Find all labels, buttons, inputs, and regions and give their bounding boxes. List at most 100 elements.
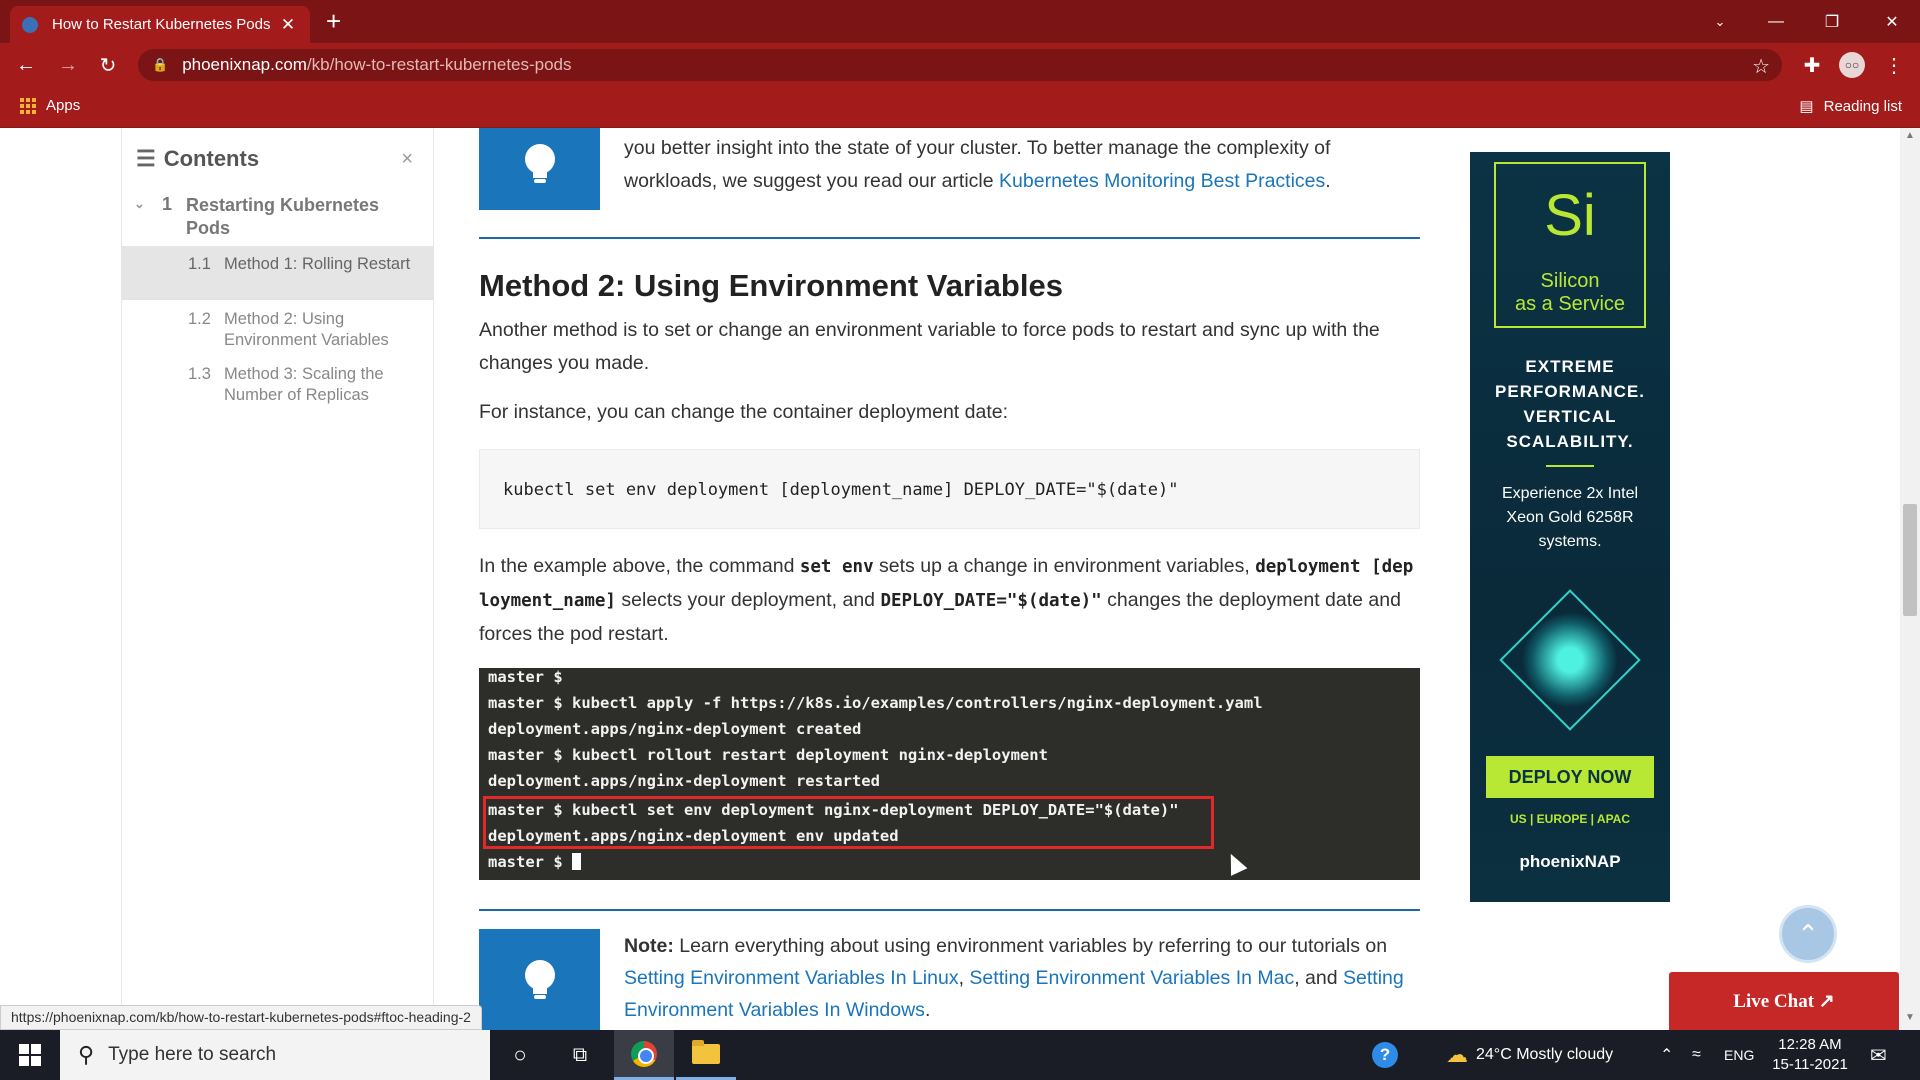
taskbar-chrome[interactable] (614, 1030, 674, 1080)
tip-box (479, 128, 600, 210)
highlight-box (483, 796, 1214, 849)
advertisement-banner[interactable]: Si Silicon as a Service EXTREME PERFORMAN… (1470, 152, 1670, 902)
terminal-prompt: master $ (488, 853, 581, 871)
inline-code: DEPLOY_DATE="$(date)" (880, 591, 1102, 611)
back-icon[interactable]: ← (10, 49, 42, 81)
forward-icon[interactable]: → (52, 49, 84, 81)
toc-item-label: Method 3: Scaling the Number of Replicas (224, 365, 384, 404)
weather-widget[interactable]: ☁ 24°C Mostly cloudy (1446, 1030, 1613, 1080)
monitoring-article-link[interactable]: Kubernetes Monitoring Best Practices (999, 170, 1325, 192)
scroll-down-icon[interactable]: ▼ (1900, 1012, 1920, 1028)
toc-item-number: 1.1 (188, 255, 211, 273)
tab-close-icon[interactable]: ✕ (278, 15, 298, 35)
terminal-line: deployment.apps/nginx-deployment created (488, 720, 862, 738)
status-bar-url: https://phoenixnap.com/kb/how-to-restart… (0, 1005, 482, 1030)
lightbulb-icon (524, 144, 555, 184)
menu-kebab-icon[interactable]: ⋮ (1878, 49, 1910, 81)
task-view-icon[interactable]: ⧉ (550, 1030, 610, 1080)
processor-chip-icon (1499, 589, 1641, 731)
url-host: phoenixnap.com (182, 55, 307, 74)
note-text: Note: Learn everything about using envir… (624, 930, 1420, 1026)
scroll-to-top-button[interactable]: ⌃ (1779, 905, 1837, 963)
paragraph-example: For instance, you can change the contain… (479, 401, 1009, 423)
ad-divider (1546, 465, 1594, 467)
page-scrollbar[interactable]: ▲ ▼ (1900, 128, 1920, 1030)
help-tray[interactable]: ? (1372, 1030, 1398, 1080)
show-hidden-icons[interactable]: ⌃ (1660, 1030, 1673, 1080)
minimize-icon[interactable]: — (1748, 0, 1804, 43)
note-end: . (924, 999, 931, 1021)
bookmarks-bar: Apps ▤ Reading list (0, 86, 1920, 128)
toc-item-number: 1.3 (188, 365, 211, 383)
browser-titlebar: How to Restart Kubernetes Pods ✕ + ⌄ — ❐… (0, 0, 1920, 43)
chevron-up-icon: ⌃ (1660, 1047, 1674, 1064)
ad-logo: Si (1544, 183, 1596, 248)
reading-list-icon: ▤ (1799, 98, 1814, 115)
divider (479, 237, 1420, 239)
help-icon: ? (1372, 1042, 1398, 1068)
toc-item-method-3[interactable]: 1.3 Method 3: Scaling the Number of Repl… (122, 356, 433, 410)
scroll-up-icon[interactable]: ▲ (1900, 130, 1920, 146)
windows-logo-icon (19, 1044, 41, 1066)
avatar-icon: ○○ (1839, 52, 1865, 78)
toc-sidebar: ☰ Contents × ⌄ 1 Restarting Kubernetes P… (121, 128, 434, 1030)
note-separator: , (958, 967, 970, 989)
live-chat-button[interactable]: Live Chat ↗ (1669, 972, 1899, 1030)
note-box (479, 929, 600, 1030)
cloudy-weather-icon: ☁ (1446, 1042, 1468, 1067)
toc-close-icon[interactable]: × (401, 148, 413, 171)
toc-item-method-2[interactable]: 1.2 Method 2: Using Environment Variable… (122, 301, 433, 355)
bookmark-star-icon[interactable]: ☆ (1752, 54, 1770, 79)
toc-section-number: 1 (162, 194, 173, 214)
new-tab-button[interactable]: + (326, 6, 341, 36)
scrollbar-thumb[interactable] (1903, 504, 1917, 616)
toc-item-label: Method 2: Using Environment Variables (224, 310, 389, 349)
menu-icon: ☰ (136, 146, 156, 171)
chrome-icon (631, 1040, 657, 1067)
paragraph-intro: Another method is to set or change an en… (479, 319, 1380, 374)
windows-taskbar: ⚲ Type here to search ○ ⧉ ? ☁ 24°C Mostl… (0, 1030, 1920, 1080)
notifications-icon[interactable]: ✉ (1870, 1030, 1887, 1080)
terminal-line: master $ kubectl rollout restart deploym… (488, 746, 1048, 764)
ad-regions: US | EUROPE | APAC (1509, 812, 1631, 826)
env-vars-linux-link[interactable]: Setting Environment Variables In Linux (624, 967, 959, 989)
code-block[interactable]: kubectl set env deployment [deployment_n… (479, 449, 1420, 529)
chevron-down-icon[interactable]: ⌄ (134, 196, 145, 212)
apps-grid-icon (20, 97, 36, 114)
toc-section-label: Restarting Kubernetes Pods (186, 195, 380, 238)
toc-item-method-1[interactable]: 1.1 Method 1: Rolling Restart (122, 246, 433, 300)
ad-logo-box: Si Silicon as a Service (1494, 162, 1646, 328)
language-indicator[interactable]: ENG (1724, 1030, 1754, 1080)
terminal-line: deployment.apps/nginx-deployment restart… (488, 772, 880, 790)
folder-icon (692, 1039, 720, 1064)
lock-icon: 🔒 (152, 57, 169, 72)
window-close-icon[interactable]: ✕ (1864, 0, 1920, 43)
restore-icon[interactable]: ❐ (1804, 0, 1860, 43)
taskbar-search[interactable]: ⚲ Type here to search (60, 1030, 490, 1080)
toc-section-1[interactable]: ⌄ 1 Restarting Kubernetes Pods (122, 194, 433, 244)
reload-icon[interactable]: ↻ (92, 49, 124, 81)
ad-tagline-1: Silicon (1540, 270, 1600, 292)
ad-brand: phoenixNAP (1519, 852, 1621, 871)
deploy-now-button[interactable]: DEPLOY NOW (1486, 756, 1654, 798)
taskbar-clock[interactable]: 12:28 AM 15-11-2021 (1760, 1035, 1860, 1075)
profile-avatar[interactable]: ○○ (1836, 49, 1868, 81)
network-icon[interactable]: ≈ (1692, 1030, 1701, 1080)
apps-label: Apps (46, 97, 81, 114)
start-button[interactable] (0, 1030, 60, 1080)
tab-search-icon[interactable]: ⌄ (1692, 0, 1748, 43)
browser-tab[interactable]: How to Restart Kubernetes Pods ✕ (10, 6, 310, 43)
extensions-icon[interactable]: ✚ (1796, 49, 1828, 81)
taskbar-file-explorer[interactable] (676, 1030, 736, 1080)
ad-tagline: Silicon as a Service (1496, 270, 1644, 316)
cortana-icon[interactable]: ○ (490, 1030, 550, 1080)
env-vars-mac-link[interactable]: Setting Environment Variables In Mac (969, 967, 1294, 989)
apps-shortcut[interactable]: Apps (20, 97, 80, 114)
address-bar[interactable]: 🔒 phoenixnap.com/kb/how-to-restart-kuber… (138, 49, 1782, 81)
expl-text: sets up a change in environment variable… (873, 555, 1256, 577)
reading-list-button[interactable]: ▤ Reading list (1799, 97, 1902, 116)
search-placeholder: Type here to search (108, 1044, 277, 1065)
toc-header: ☰ Contents (136, 146, 259, 172)
toc-item-label: Method 1: Rolling Restart (224, 255, 411, 273)
weather-text: 24°C Mostly cloudy (1476, 1046, 1614, 1063)
